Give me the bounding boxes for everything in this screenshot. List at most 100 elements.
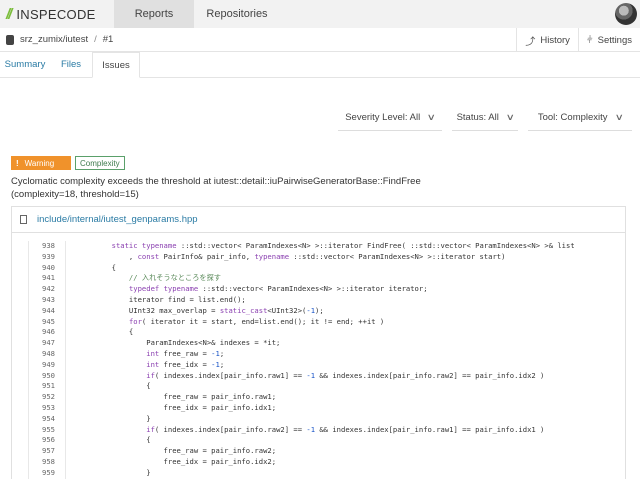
line-number: 944 (42, 305, 55, 315)
line-number: 941 (42, 273, 55, 283)
repository-icon (6, 34, 14, 45)
file-link[interactable]: include/internal/iutest_genparams.hpp (37, 214, 198, 225)
line-number: 949 (42, 359, 55, 369)
line-number: 957 (42, 446, 55, 456)
line-source: free_idx = pair_info.idx2; (77, 456, 277, 466)
settings-button[interactable]: ⫩ Settings (577, 28, 640, 52)
code-line: 951 { (29, 381, 624, 392)
history-label: History (540, 34, 570, 46)
line-source: int free_idx = -1; (146, 359, 225, 369)
file-header: include/internal/iutest_genparams.hpp (12, 207, 625, 233)
tool-filter[interactable]: Tool: Complexity ∨ (528, 105, 632, 131)
code-line: 939 , const PairInfo& pair_info, typenam… (29, 252, 624, 263)
code-line: 942 typedef typename ::std::vector< Para… (29, 284, 624, 295)
line-number: 954 (42, 413, 55, 423)
status-filter[interactable]: Status: All ∨ (452, 105, 518, 131)
line-number: 943 (42, 294, 55, 304)
settings-label: Settings (597, 34, 632, 46)
issue-message-detail: (complexity=18, threshold=15) (11, 189, 139, 200)
severity-filter-value: Severity Level: All (345, 112, 421, 123)
code-line: 947 ParamIndexes<N>& indexes = *it; (29, 338, 624, 349)
status-filter-value: Status: All (456, 112, 499, 123)
line-number: 945 (42, 316, 55, 326)
code-line: 953 free_idx = pair_info.idx1; (29, 403, 624, 414)
line-source: if( indexes.index[pair_info.raw2] == -1 … (146, 424, 545, 434)
line-number: 958 (42, 456, 55, 466)
code-line: 948 int free_raw = -1; (29, 349, 624, 360)
brand-logo-icon: // (6, 5, 13, 23)
issue-message-line: Cyclomatic complexity exceeds the thresh… (11, 176, 421, 187)
line-source: // 入れそうなところを探す (77, 273, 221, 283)
severity-filter[interactable]: Severity Level: All ∨ (338, 105, 442, 131)
history-button[interactable]: ⤴ History (516, 28, 578, 52)
line-source: { (77, 435, 151, 445)
code-line: 943 iterator find = list.end(); (29, 295, 624, 306)
code-view: 938 static typename ::std::vector< Param… (28, 241, 624, 479)
file-icon (20, 215, 27, 224)
line-number: 952 (42, 392, 55, 402)
tab-files[interactable]: Files (50, 52, 92, 77)
breadcrumb-build: #1 (102, 34, 114, 45)
top-nav: // INSPECODE Reports Repositories (0, 0, 640, 28)
line-number: 947 (42, 338, 55, 348)
line-source: } (77, 413, 151, 423)
breadcrumb-repo[interactable]: srz_zumix/iutest (20, 34, 88, 45)
chevron-down-icon: ∨ (614, 112, 624, 122)
line-source: , const PairInfo& pair_info, typename ::… (77, 251, 506, 261)
code-line: 958 free_idx = pair_info.idx2; (29, 457, 624, 468)
breadcrumb: srz_zumix/iutest / #1 ⤴ History ⫩ Settin… (0, 28, 640, 52)
issue-message: Cyclomatic complexity exceeds the thresh… (11, 175, 431, 201)
file-panel: include/internal/iutest_genparams.hpp 93… (11, 206, 626, 479)
line-source: { (77, 381, 151, 391)
tool-filter-value: Tool: Complexity (537, 112, 608, 123)
line-source: static typename ::std::vector< ParamInde… (111, 241, 575, 250)
line-number: 950 (42, 370, 55, 380)
code-line: 956 { (29, 435, 624, 446)
line-source: typedef typename ::std::vector< ParamInd… (128, 284, 428, 294)
brand-name: INSPECODE (16, 6, 96, 22)
code-line: 959 } (29, 468, 624, 479)
tab-issues[interactable]: Issues (92, 52, 140, 78)
line-source: free_idx = pair_info.idx1; (77, 402, 277, 412)
line-source: } (77, 467, 151, 477)
line-source: int free_raw = -1; (146, 348, 225, 358)
code-line: 952 free_raw = pair_info.raw1; (29, 392, 624, 403)
line-number: 940 (42, 262, 55, 272)
report-tabs: Summary Files Issues (0, 52, 640, 78)
severity-badge: ! Warning (11, 156, 71, 170)
avatar[interactable] (615, 3, 637, 25)
tab-summary[interactable]: Summary (0, 52, 50, 77)
line-number: 951 (42, 381, 55, 391)
line-number: 959 (42, 467, 55, 477)
breadcrumb-actions: ⤴ History ⫩ Settings (516, 28, 640, 52)
line-number: 955 (42, 424, 55, 434)
line-source: free_raw = pair_info.raw1; (77, 392, 277, 402)
line-number: 956 (42, 435, 55, 445)
code-line: 941 // 入れそうなところを探す (29, 273, 624, 284)
line-source: for( iterator it = start, end=list.end()… (128, 316, 385, 326)
line-source: UInt32 max_overlap = static_cast<UInt32>… (77, 305, 324, 315)
line-number: 942 (42, 284, 55, 294)
line-source: { (77, 262, 116, 272)
line-number: 938 (42, 241, 55, 250)
code-line: 938 static typename ::std::vector< Param… (29, 241, 624, 252)
code-line: 949 int free_idx = -1; (29, 360, 624, 371)
code-line: 944 UInt32 max_overlap = static_cast<UIn… (29, 306, 624, 317)
line-source: free_raw = pair_info.raw2; (77, 446, 277, 456)
issue-filters: Severity Level: All ∨ Status: All ∨ Tool… (338, 105, 632, 131)
severity-label: Warning (24, 158, 55, 168)
tool-badge: Complexity (75, 156, 125, 170)
brand[interactable]: // INSPECODE (0, 0, 114, 28)
line-source: ParamIndexes<N>& indexes = *it; (77, 338, 281, 348)
code-line: 946 { (29, 327, 624, 338)
code-line: 940 { (29, 263, 624, 274)
line-number: 948 (42, 348, 55, 358)
code-line: 954 } (29, 414, 624, 425)
line-number: 946 (42, 327, 55, 337)
line-number: 953 (42, 402, 55, 412)
nav-tab-repositories[interactable]: Repositories (194, 0, 280, 28)
warning-icon: ! (16, 158, 19, 168)
breadcrumb-separator: / (94, 34, 97, 45)
chevron-down-icon: ∨ (505, 112, 515, 122)
nav-tab-reports[interactable]: Reports (114, 0, 194, 28)
